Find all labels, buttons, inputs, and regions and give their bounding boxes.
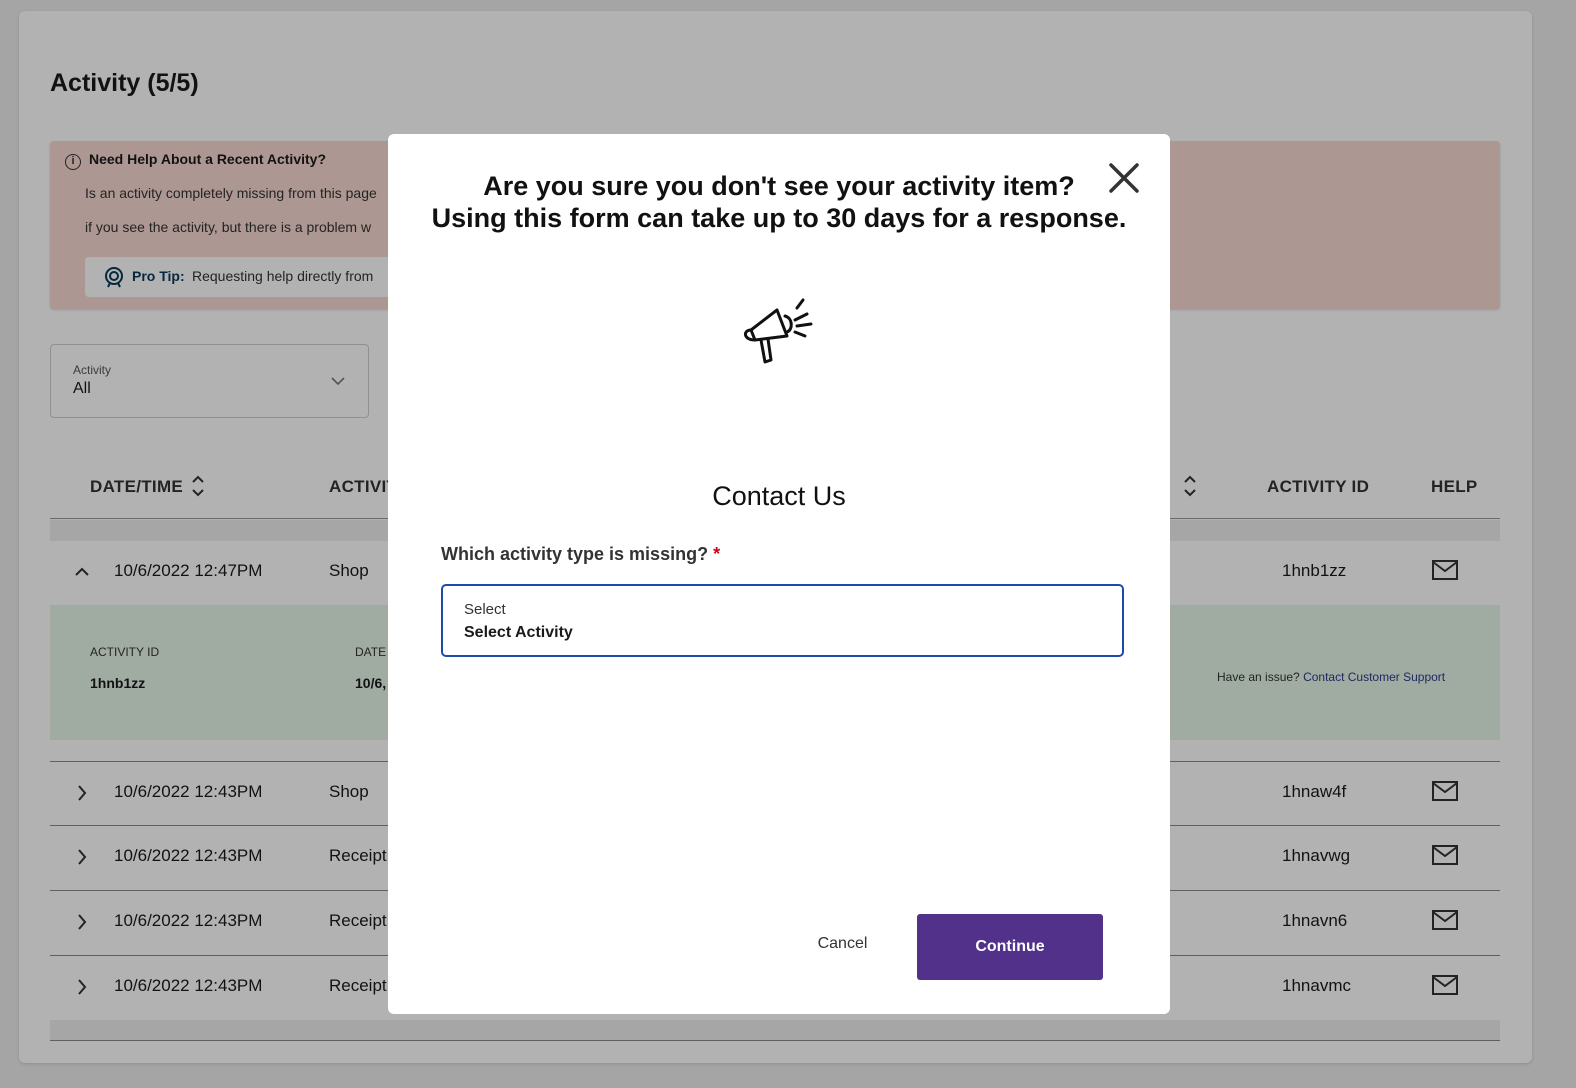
activity-type-label-text: Which activity type is missing? xyxy=(441,544,709,564)
activity-type-label: Which activity type is missing? * xyxy=(441,544,720,565)
select-value: Select Activity xyxy=(464,624,573,641)
cancel-button[interactable]: Cancel xyxy=(800,924,885,964)
modal-title-line-2: Using this form can take up to 30 days f… xyxy=(431,203,1127,233)
activity-type-select[interactable]: Select Select Activity xyxy=(441,584,1124,657)
select-label: Select xyxy=(464,601,506,618)
modal-title: Are you sure you don't see your activity… xyxy=(388,170,1170,234)
modal-title-line-1: Are you sure you don't see your activity… xyxy=(483,171,1075,201)
contact-us-title: Contact Us xyxy=(712,481,846,511)
megaphone-icon xyxy=(744,298,813,364)
contact-us-modal: Are you sure you don't see your activity… xyxy=(388,134,1170,1014)
required-marker: * xyxy=(713,544,721,564)
continue-button[interactable]: Continue xyxy=(917,914,1103,980)
